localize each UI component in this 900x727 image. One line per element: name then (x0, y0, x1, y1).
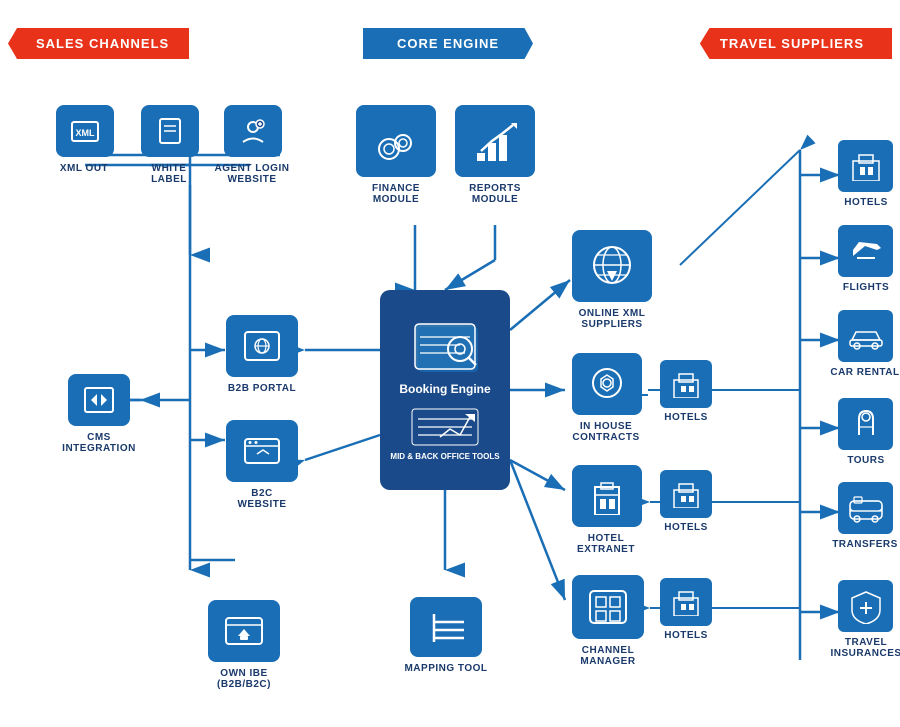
b2b-portal-box (226, 315, 298, 377)
hotel-extranet-label: HOTEL EXTRANET (556, 533, 656, 555)
hotels-connector-1 (660, 360, 712, 408)
b2c-website-box (226, 420, 298, 482)
transfers-supplier-label: TRANSFERS (828, 539, 900, 550)
mapping-tool-label: MAPPING TOOL (400, 663, 492, 674)
in-house-contracts-box (572, 353, 642, 415)
hotels-connector-2 (660, 470, 712, 518)
own-ibe-box (208, 600, 280, 662)
b2b-portal-label: B2B PORTAL (226, 383, 298, 394)
white-label-box (141, 105, 199, 157)
svg-text:XML: XML (76, 128, 96, 138)
finance-module-box (356, 105, 436, 177)
own-ibe-label: OWN IBE (B2B/B2C) (195, 668, 293, 690)
reports-module-label: REPORTS MODULE (447, 183, 543, 205)
booking-engine-box: Booking Engine MID & BACK OFFICE TOOLS (380, 290, 510, 490)
online-xml-label: ONLINE XML SUPPLIERS (560, 308, 664, 330)
hotel-extranet-box (572, 465, 642, 527)
xml-out-label: XML OUT (50, 163, 118, 174)
booking-engine-label: Booking Engine (399, 382, 490, 398)
mid-back-label: MID & BACK OFFICE TOOLS (390, 452, 499, 461)
mapping-tool-box (410, 597, 482, 657)
transfers-supplier-box (838, 482, 893, 534)
travel-insurances-supplier-box (838, 580, 893, 632)
diagram: SALES CHANNELS CORE ENGINE TRAVEL SUPPLI… (0, 0, 900, 727)
cms-integration-label: CMS INTEGRATION (60, 432, 138, 454)
agent-login-box (224, 105, 282, 157)
hotels-connector-2-label: HOTELS (656, 522, 716, 533)
online-xml-suppliers-box (572, 230, 652, 302)
sales-channels-banner: SALES CHANNELS (8, 28, 189, 59)
flights-supplier-box (838, 225, 893, 277)
reports-module-box (455, 105, 535, 177)
in-house-label: IN HOUSE CONTRACTS (556, 421, 656, 443)
tours-supplier-label: TOURS (834, 455, 898, 466)
hotels-supplier-box (838, 140, 893, 192)
core-engine-banner: CORE ENGINE (363, 28, 533, 59)
hotels-supplier-label: HOTELS (834, 197, 898, 208)
cms-integration-box (68, 374, 130, 426)
hotels-connector-3 (660, 578, 712, 626)
xml-out-box: XML (56, 105, 114, 157)
hotels-connector-3-label: HOTELS (656, 630, 716, 641)
car-rental-supplier-label: CAR RENTAL (826, 367, 900, 378)
travel-insurances-supplier-label: TRAVEL INSURANCES (822, 637, 900, 659)
travel-suppliers-banner: TRAVEL SUPPLIERS (700, 28, 892, 59)
tours-supplier-box (838, 398, 893, 450)
white-label-label: WHITE LABEL (133, 163, 205, 185)
b2c-website-label: B2C WEBSITE (226, 488, 298, 510)
channel-manager-box (572, 575, 644, 639)
finance-module-label: FINANCE MODULE (348, 183, 444, 205)
agent-login-label: AGENT LOGIN WEBSITE (213, 163, 291, 185)
hotels-connector-1-label: HOTELS (658, 412, 714, 423)
flights-supplier-label: FLIGHTS (832, 282, 900, 293)
car-rental-supplier-box (838, 310, 893, 362)
channel-manager-label: CHANNEL MANAGER (556, 645, 660, 667)
